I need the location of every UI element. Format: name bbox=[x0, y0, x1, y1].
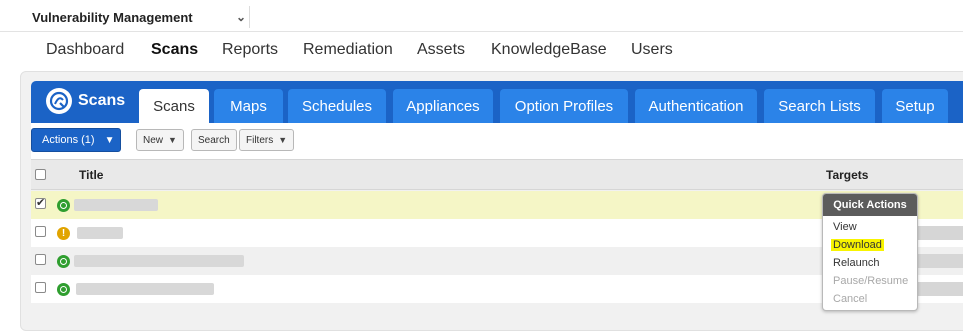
filters-button[interactable]: Filters ▼ bbox=[239, 129, 295, 151]
status-finished-icon bbox=[57, 255, 70, 268]
menu-item-download[interactable]: Download bbox=[831, 239, 884, 251]
chevron-down-icon: ⌄ bbox=[236, 10, 247, 24]
status-warning-icon: ! bbox=[57, 227, 70, 240]
redacted-title[interactable] bbox=[74, 255, 244, 267]
chevron-down-icon: ▼ bbox=[278, 135, 288, 145]
nav-assets[interactable]: Assets bbox=[417, 41, 465, 59]
tab-search-lists[interactable]: Search Lists bbox=[764, 89, 875, 123]
column-targets[interactable]: Targets bbox=[826, 168, 868, 182]
redacted-target bbox=[916, 282, 963, 296]
qualys-logo-icon bbox=[46, 88, 72, 114]
redacted-title[interactable] bbox=[76, 283, 214, 295]
menu-item-pause-resume: Pause/Resume bbox=[833, 275, 909, 287]
redacted-title[interactable] bbox=[77, 227, 123, 239]
new-button[interactable]: New ▼ bbox=[136, 129, 184, 151]
status-finished-icon bbox=[57, 283, 70, 296]
select-all-checkbox[interactable] bbox=[35, 169, 46, 180]
nav-knowledgebase[interactable]: KnowledgeBase bbox=[491, 41, 607, 59]
row-checkbox[interactable] bbox=[35, 226, 46, 237]
actions-button[interactable]: Actions (1) ▼ bbox=[31, 128, 121, 152]
nav-reports[interactable]: Reports bbox=[222, 41, 278, 59]
search-button[interactable]: Search bbox=[191, 129, 237, 151]
actions-label: Actions (1) bbox=[42, 134, 95, 146]
nav-scans[interactable]: Scans bbox=[151, 41, 198, 59]
table-header: Title Targets bbox=[31, 159, 963, 190]
row-checkbox[interactable] bbox=[35, 196, 46, 209]
tab-setup[interactable]: Setup bbox=[882, 89, 948, 123]
quick-actions-header: Quick Actions bbox=[823, 194, 917, 216]
row-checkbox[interactable] bbox=[35, 282, 46, 293]
module-bar: Vulnerability Management ⌄ bbox=[0, 0, 963, 32]
app-title: Scans bbox=[78, 92, 126, 109]
column-title[interactable]: Title bbox=[79, 168, 103, 182]
filters-label: Filters bbox=[246, 134, 274, 146]
menu-item-relaunch[interactable]: Relaunch bbox=[833, 257, 879, 269]
tab-maps[interactable]: Maps bbox=[214, 89, 283, 123]
tab-scans[interactable]: Scans bbox=[139, 89, 209, 123]
redacted-target bbox=[916, 254, 963, 268]
redacted-target bbox=[916, 226, 963, 240]
redacted-title[interactable] bbox=[74, 199, 158, 211]
tab-schedules[interactable]: Schedules bbox=[288, 89, 386, 123]
nav-users[interactable]: Users bbox=[631, 41, 673, 59]
tab-authentication[interactable]: Authentication bbox=[635, 89, 757, 123]
menu-item-cancel: Cancel bbox=[833, 293, 868, 305]
chevron-down-icon: ▼ bbox=[104, 134, 115, 146]
main-nav: Dashboard Scans Reports Remediation Asse… bbox=[0, 34, 963, 70]
nav-remediation[interactable]: Remediation bbox=[303, 41, 393, 59]
chevron-down-icon: ▼ bbox=[168, 135, 177, 145]
app-badge: Scans bbox=[46, 88, 125, 114]
row-checkbox[interactable] bbox=[35, 254, 46, 265]
search-label: Search bbox=[198, 134, 230, 146]
tab-appliances[interactable]: Appliances bbox=[393, 89, 493, 123]
menu-item-view[interactable]: View bbox=[833, 221, 857, 233]
new-label: New bbox=[143, 134, 164, 146]
tab-option-profiles[interactable]: Option Profiles bbox=[500, 89, 628, 123]
quick-actions-menu: Quick Actions View Download Relaunch Pau… bbox=[822, 193, 918, 311]
module-selector[interactable]: Vulnerability Management ⌄ bbox=[14, 6, 250, 28]
nav-dashboard[interactable]: Dashboard bbox=[46, 41, 124, 59]
status-finished-icon bbox=[57, 199, 70, 212]
module-name: Vulnerability Management bbox=[32, 9, 193, 25]
